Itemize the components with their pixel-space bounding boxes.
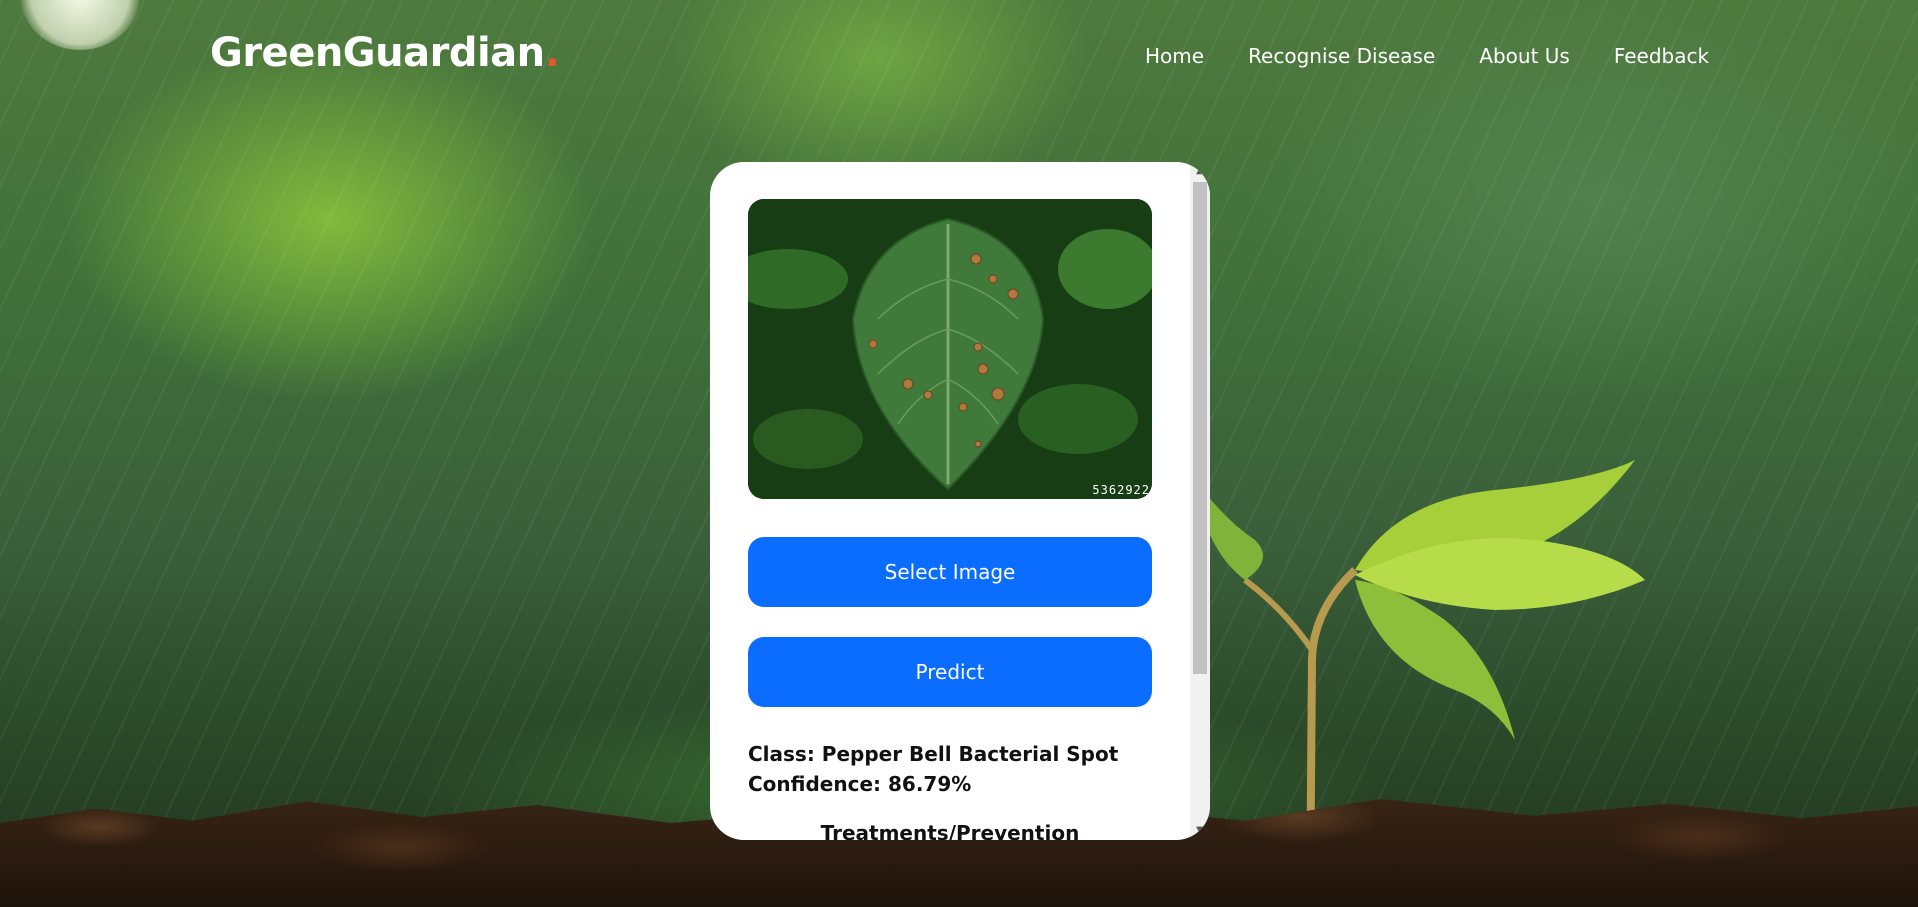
image-id-label: 5362922 (1092, 483, 1150, 497)
logo-dot: . (544, 30, 560, 76)
logo-text: GreenGuardian (210, 30, 545, 76)
site-header: GreenGuardian. Home Recognise Disease Ab… (0, 0, 1918, 110)
card-scrollbar[interactable]: ▲ ▼ (1190, 162, 1210, 840)
nav-feedback[interactable]: Feedback (1614, 44, 1709, 68)
scroll-down-icon[interactable]: ▼ (1190, 822, 1210, 840)
scrollbar-thumb[interactable] (1193, 182, 1207, 674)
scroll-up-icon[interactable]: ▲ (1190, 162, 1210, 180)
prediction-card: 5362922 Select Image Predict Class: Pepp… (710, 162, 1210, 840)
nav-about-us[interactable]: About Us (1479, 44, 1570, 68)
prediction-result: Class: Pepper Bell Bacterial Spot Confid… (748, 739, 1152, 799)
select-image-button[interactable]: Select Image (748, 537, 1152, 607)
site-logo[interactable]: GreenGuardian. (210, 30, 560, 76)
leaf-image-preview: 5362922 (748, 199, 1152, 499)
leaf-photo (748, 199, 1152, 499)
nav-recognise-disease[interactable]: Recognise Disease (1248, 44, 1435, 68)
result-confidence: Confidence: 86.79% (748, 772, 972, 796)
nav-home[interactable]: Home (1145, 44, 1204, 68)
result-class: Class: Pepper Bell Bacterial Spot (748, 742, 1119, 766)
treatments-heading: Treatments/Prevention (820, 821, 1080, 840)
card-content: 5362922 Select Image Predict Class: Pepp… (748, 199, 1152, 840)
main-nav: Home Recognise Disease About Us Feedback (1145, 44, 1709, 68)
predict-button[interactable]: Predict (748, 637, 1152, 707)
